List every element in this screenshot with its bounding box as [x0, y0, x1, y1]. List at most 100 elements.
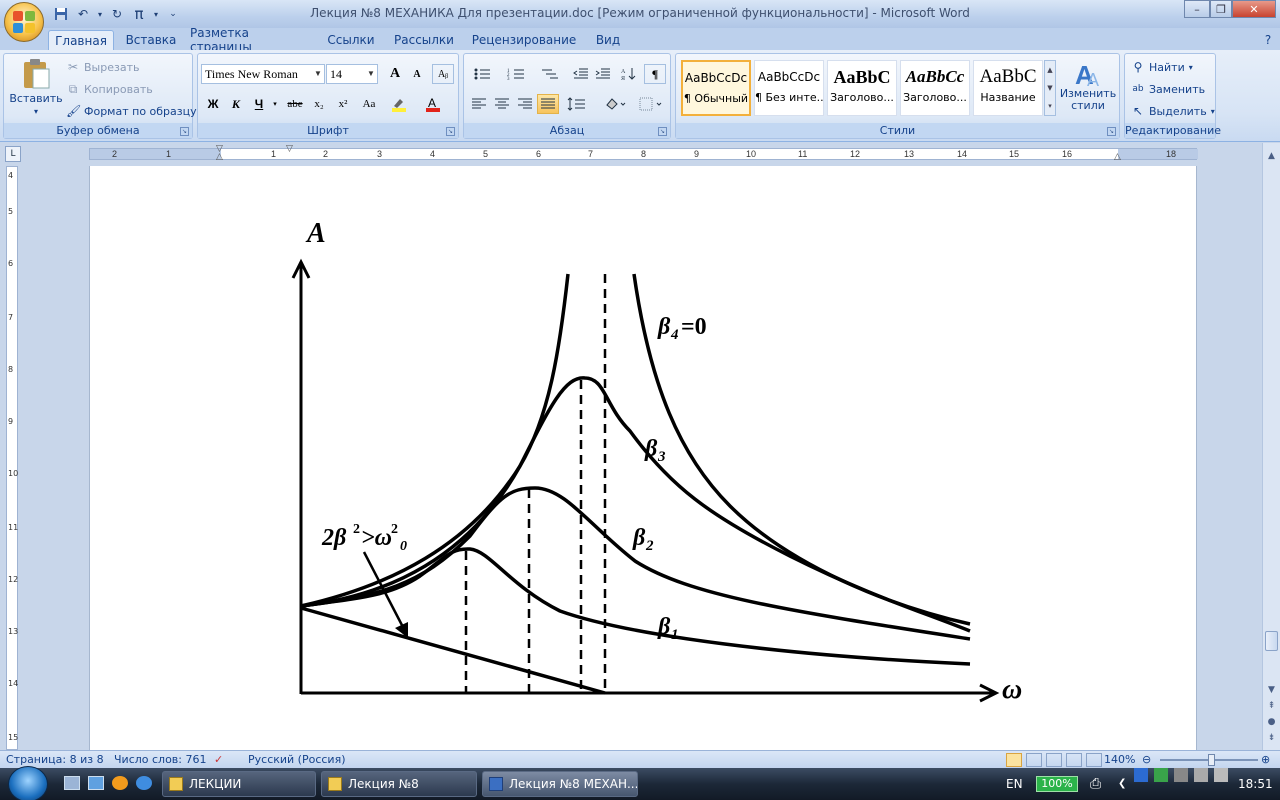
scrollbar-thumb[interactable] [1265, 631, 1278, 651]
volume-icon[interactable] [1214, 768, 1228, 782]
paragraph-launcher-icon[interactable]: ↘ [658, 127, 667, 136]
line-spacing-icon[interactable] [564, 94, 594, 114]
office-button[interactable] [4, 2, 44, 42]
help-icon[interactable]: ? [1260, 30, 1276, 50]
subscript-button[interactable]: x₂ [308, 94, 330, 114]
task-folder-lectures[interactable]: ЛЕКЦИИ [162, 771, 316, 797]
shrink-font-button[interactable]: A [406, 64, 428, 84]
tray-expand-icon[interactable]: ❮ [1118, 768, 1126, 800]
styles-scroll[interactable]: ▲ ▼ ▾ [1044, 60, 1056, 116]
word-count[interactable]: Число слов: 761 [114, 753, 207, 766]
network-icon[interactable]: ⎙ [1090, 768, 1101, 800]
previous-page-icon[interactable]: ⇞ [1264, 699, 1279, 714]
task-word-document[interactable]: Лекция №8 МЕХАН... [482, 771, 638, 797]
language-bar[interactable]: EN [1006, 768, 1023, 800]
print-layout-icon[interactable] [1006, 753, 1022, 767]
zoom-slider-thumb[interactable] [1208, 754, 1215, 766]
tab-selector-icon[interactable]: L [5, 146, 21, 162]
scroll-up-arrow-icon[interactable]: ▲ [1264, 149, 1279, 164]
start-button[interactable] [8, 766, 48, 800]
more-styles-icon[interactable]: ▾ [1045, 97, 1055, 115]
format-painter-button[interactable]: 🖌 Формат по образцу [66, 104, 197, 118]
change-styles-button[interactable]: AA Изменить стили [1060, 58, 1116, 112]
grow-font-button[interactable]: A [384, 64, 406, 84]
font-size-combo[interactable]: 14 ▼ [326, 64, 378, 84]
strikethrough-button[interactable]: abe [284, 94, 306, 114]
cut-button[interactable]: ✂ Вырезать [66, 60, 140, 74]
justify-icon[interactable] [537, 94, 559, 114]
page-indicator[interactable]: Страница: 8 из 8 [6, 753, 104, 766]
change-case-button[interactable]: Aa [356, 94, 382, 114]
zoom-in-icon[interactable]: ⊕ [1261, 753, 1270, 766]
style-normal[interactable]: AaBbCcDc ¶ Обычный [681, 60, 751, 116]
tab-page-layout[interactable]: Разметка страницы [190, 26, 312, 54]
bluetooth-icon[interactable] [1134, 768, 1148, 782]
tab-references[interactable]: Ссылки [322, 30, 380, 50]
font-color-icon[interactable]: A [422, 94, 444, 114]
restore-button[interactable]: ❐ [1210, 0, 1232, 18]
tab-insert[interactable]: Вставка [120, 30, 182, 50]
proofing-icon[interactable]: ✓ [214, 753, 223, 766]
media-player-icon[interactable] [112, 776, 128, 790]
tray-app-icon[interactable] [1154, 768, 1168, 782]
vertical-ruler[interactable]: 4 5 6 7 8 9 10 11 12 13 14 15 [6, 166, 18, 750]
underline-button[interactable]: Ч [248, 94, 270, 114]
align-center-icon[interactable] [491, 94, 513, 114]
show-desktop-icon[interactable] [64, 776, 80, 790]
align-left-icon[interactable] [468, 94, 490, 114]
font-launcher-icon[interactable]: ↘ [446, 127, 455, 136]
internet-explorer-icon[interactable] [136, 776, 152, 790]
outline-icon[interactable] [1066, 753, 1082, 767]
tab-view[interactable]: Вид [590, 30, 626, 50]
bold-button[interactable]: Ж [202, 94, 224, 114]
borders-icon[interactable] [636, 94, 666, 114]
horizontal-ruler[interactable]: 2 1 1 2 3 4 5 6 7 8 9 10 11 12 13 14 15 16 18 ▽ △ ▽ △ [89, 144, 1198, 162]
style-no-spacing[interactable]: AaBbCcDc ¶ Без инте... [754, 60, 824, 116]
clear-formatting-icon[interactable]: Aᵦ [432, 64, 454, 84]
highlight-icon[interactable] [388, 94, 410, 114]
indent-marker[interactable]: ▽ [286, 144, 293, 154]
numbering-icon[interactable]: 123 [502, 64, 530, 84]
tab-review[interactable]: Рецензирование [468, 30, 580, 50]
multilevel-list-icon[interactable] [536, 64, 564, 84]
increase-indent-icon[interactable] [592, 64, 614, 84]
chevron-down-icon[interactable]: ▼ [312, 65, 324, 83]
zoom-level[interactable]: 140% [1104, 753, 1135, 766]
right-indent-marker[interactable]: △ [1114, 152, 1121, 162]
next-page-icon[interactable]: ⇟ [1264, 731, 1279, 746]
web-layout-icon[interactable] [1046, 753, 1062, 767]
sort-icon[interactable]: AЯ [618, 64, 640, 84]
network-status-icon[interactable] [1194, 768, 1208, 782]
minimize-button[interactable]: – [1184, 0, 1210, 18]
superscript-button[interactable]: x² [332, 94, 354, 114]
style-title[interactable]: AaBbC Название [973, 60, 1043, 116]
close-button[interactable]: ✕ [1232, 0, 1276, 18]
styles-launcher-icon[interactable]: ↘ [1107, 127, 1116, 136]
style-heading-1[interactable]: AaBbC Заголово... [827, 60, 897, 116]
language-indicator[interactable]: Русский (Россия) [248, 753, 346, 766]
tab-mailings[interactable]: Рассылки [390, 30, 458, 50]
underline-dropdown-icon[interactable]: ▾ [270, 94, 280, 114]
vertical-scrollbar[interactable]: ▲ ▼ ⇞ ● ⇟ [1262, 143, 1280, 750]
italic-button[interactable]: К [225, 94, 247, 114]
hanging-indent-marker[interactable]: △ [216, 152, 223, 162]
align-right-icon[interactable] [514, 94, 536, 114]
document-page[interactable]: A ω β 4 =0 β 3 β 2 β 1 2β 2 >ω 2 0 [89, 166, 1197, 750]
document-area[interactable]: A ω β 4 =0 β 3 β 2 β 1 2β 2 >ω 2 0 [22, 166, 1262, 750]
tab-home[interactable]: Главная [48, 30, 114, 50]
show-marks-icon[interactable]: ¶ [644, 64, 666, 84]
select-button[interactable]: ↖ Выделить ▾ [1131, 104, 1215, 118]
find-button[interactable]: ⚲ Найти ▾ [1131, 60, 1193, 74]
battery-indicator[interactable]: 100% [1036, 776, 1078, 792]
power-icon[interactable] [1174, 768, 1188, 782]
scroll-up-icon[interactable]: ▲ [1045, 61, 1055, 79]
copy-button[interactable]: ⧉ Копировать [66, 82, 153, 96]
style-heading-2[interactable]: AaBbCc Заголово... [900, 60, 970, 116]
draft-icon[interactable] [1086, 753, 1102, 767]
font-name-combo[interactable]: Times New Roman ▼ [201, 64, 325, 84]
paste-button[interactable]: Вставить ▾ [8, 58, 64, 116]
clipboard-launcher-icon[interactable]: ↘ [180, 127, 189, 136]
decrease-indent-icon[interactable] [570, 64, 592, 84]
task-folder-lecture8[interactable]: Лекция №8 [321, 771, 477, 797]
bullets-icon[interactable] [468, 64, 496, 84]
